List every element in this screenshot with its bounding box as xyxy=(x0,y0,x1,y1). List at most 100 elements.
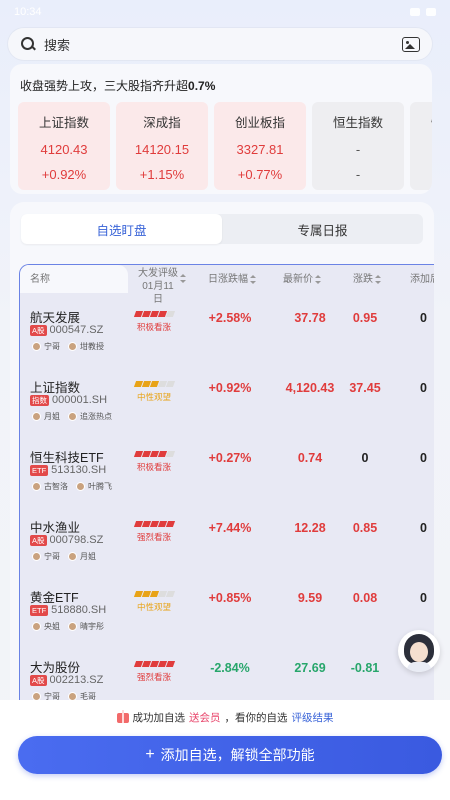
tab-daily-report[interactable]: 专属日报 xyxy=(222,214,423,244)
header-chg-pct-label: 日涨跌幅 xyxy=(208,274,248,285)
since-added: 0 xyxy=(420,451,427,465)
change-percent: -2.84% xyxy=(210,661,250,675)
rating-label: 强烈看涨 xyxy=(136,532,171,542)
table-row[interactable]: 航天发展 A股 000547.SZ 宁哥 坩教授 积极看涨 +2.58% 37.78 0.95 0 xyxy=(20,293,434,363)
change-percent: +0.27% xyxy=(208,451,252,465)
index-tile[interactable]: 创业板指 3327.81 +0.77% xyxy=(214,102,306,190)
since-added: 0 xyxy=(420,381,427,395)
analyst-name: 月姐 xyxy=(80,552,96,561)
header-chg[interactable]: 涨跌 xyxy=(353,273,381,286)
stock-code-line: ETF 518880.SH xyxy=(30,604,106,616)
analyst-list: 宁哥 月姐 xyxy=(32,551,96,562)
rating-label: 中性观望 xyxy=(136,392,171,402)
index-tiles: 上证指数 4120.43 +0.92% 深成指 14120.15 +1.15% 创业板指 33… xyxy=(10,102,432,190)
price-change: 0.08 xyxy=(352,591,378,605)
sort-rating-icon[interactable] xyxy=(180,274,186,283)
table-row[interactable]: 恒生科技ETF ETF 513130.SH 古智洛 叶腾飞 积极看涨 +0.27% 0.74 0… xyxy=(20,433,434,503)
header-added[interactable]: 添加后 xyxy=(410,273,434,286)
tab-bar: 自选盯盘 专属日报 xyxy=(21,214,423,244)
stock-code: 518880.SH xyxy=(51,604,107,616)
add-watchlist-button[interactable]: + 添加自选，解锁全部功能 xyxy=(18,736,442,774)
index-tile[interactable]: 上证指数 4120.43 +0.92% xyxy=(18,102,110,190)
analyst: 追涨热点 xyxy=(68,411,112,422)
table-row[interactable]: 黄金ETF ETF 518880.SH 央姐 晴宇彤 中性观望 +0.85% 9.59 0.08… xyxy=(20,573,434,643)
since-added: 0 xyxy=(420,311,427,325)
rating-bars xyxy=(133,521,175,527)
analyst-list: 央姐 晴宇彤 xyxy=(32,621,104,632)
index-tile[interactable]: 深成指 14120.15 +1.15% xyxy=(116,102,208,190)
analyst-list: 宁哥 坩教授 xyxy=(32,341,104,352)
sort-chg-icon xyxy=(375,274,381,284)
analyst-name: 宁哥 xyxy=(44,552,60,561)
promo-part1: 成功加自选 xyxy=(132,712,186,724)
assistant-body xyxy=(407,662,431,672)
analyst-avatar xyxy=(76,482,85,491)
stock-code: 002213.SZ xyxy=(49,674,104,686)
battery-icon xyxy=(426,8,436,16)
search-input[interactable]: 搜索 xyxy=(8,28,432,60)
analyst: 晴宇彤 xyxy=(68,621,104,632)
header-name[interactable]: 名称 xyxy=(20,265,128,293)
header-chg-label: 涨跌 xyxy=(353,274,373,285)
index-change: +0.77% xyxy=(237,167,283,182)
stock-code: 000001.SH xyxy=(52,394,108,406)
sort-chg-pct-icon xyxy=(250,274,256,284)
stock-code: 000798.SZ xyxy=(49,534,104,546)
index-name: 深成指 xyxy=(143,116,181,130)
change-percent: +2.58% xyxy=(208,311,252,325)
header-name-label: 名称 xyxy=(30,274,50,285)
analyst-avatar xyxy=(32,552,41,561)
analyst: 月姐 xyxy=(68,551,96,562)
market-badge: A股 xyxy=(30,674,47,686)
index-tile[interactable]: 恒生指数 - - xyxy=(312,102,404,190)
stock-code-line: A股 000798.SZ xyxy=(30,534,103,546)
index-change: +0.92% xyxy=(41,167,87,182)
analyst-name: 宁哥 xyxy=(44,342,60,351)
watchlist-table: 名称 大发评级 01月11日 日涨跌幅 最新价 涨跌 添加后 航天发展A股000… xyxy=(19,264,434,722)
header-rating-label: 大发评级 xyxy=(138,268,178,279)
headline-text: 收盘强势上攻，三大股指齐升超 xyxy=(20,79,189,93)
analyst-name: 追涨热点 xyxy=(80,412,112,421)
rating-label: 积极看涨 xyxy=(136,322,171,332)
analyst: 古智洛 xyxy=(32,481,68,492)
header-chg-pct[interactable]: 日涨跌幅 xyxy=(208,273,256,286)
table-header: 名称 大发评级 01月11日 日涨跌幅 最新价 涨跌 添加后 xyxy=(20,265,434,305)
since-added: 0 xyxy=(420,521,427,535)
search-placeholder: 搜索 xyxy=(44,37,71,53)
image-search-icon[interactable] xyxy=(402,36,420,52)
assistant-avatar-button[interactable] xyxy=(398,630,440,672)
stock-code-line: ETF 513130.SH xyxy=(30,464,106,476)
analyst-avatar xyxy=(68,552,77,561)
rating-indicator: 中性观望 xyxy=(133,591,175,613)
tab-watchlist[interactable]: 自选盯盘 xyxy=(21,214,222,244)
search-row: 搜索 xyxy=(8,28,432,60)
change-percent: +7.44% xyxy=(208,521,252,535)
index-name: 创业板指 xyxy=(234,116,285,130)
rating-bars xyxy=(133,311,175,317)
stock-code-line: A股 002213.SZ xyxy=(30,674,103,686)
index-value: - xyxy=(355,141,361,157)
index-name: 恒生指数 xyxy=(332,116,383,130)
header-price[interactable]: 最新价 xyxy=(283,273,321,286)
change-percent: +0.85% xyxy=(208,591,252,605)
rating-label: 强烈看涨 xyxy=(136,672,171,682)
rating-indicator: 积极看涨 xyxy=(133,311,175,333)
market-badge: 指数 xyxy=(30,394,49,406)
analyst: 宁哥 xyxy=(32,551,60,562)
promo-text: 成功加自选 送会员 ，看你的自选 评级结果 xyxy=(0,709,450,725)
promo-link[interactable]: 评级结果 xyxy=(292,710,334,725)
index-tile[interactable]: 恒生科技-- xyxy=(410,102,432,190)
table-row[interactable]: 中水渔业 A股 000798.SZ 宁哥 月姐 强烈看涨 +7.44% 12.28 0.85 0 xyxy=(20,503,434,573)
analyst-list: 月姐 追涨热点 xyxy=(32,411,112,422)
rating-indicator: 强烈看涨 xyxy=(133,661,175,683)
header-price-label: 最新价 xyxy=(283,274,313,285)
analyst-avatar xyxy=(68,342,77,351)
price-change: 0.95 xyxy=(352,311,378,325)
table-row[interactable]: 上证指数 指数 000001.SH 月姐 追涨热点 中性观望 +0.92% 4,120.43 3… xyxy=(20,363,434,433)
stock-code: 513130.SH xyxy=(51,464,107,476)
rating-bars xyxy=(133,591,175,597)
index-change: - xyxy=(355,167,361,182)
analyst-avatar xyxy=(32,482,41,491)
analyst-name: 坩教授 xyxy=(80,342,104,351)
analyst-name: 央姐 xyxy=(44,622,60,631)
